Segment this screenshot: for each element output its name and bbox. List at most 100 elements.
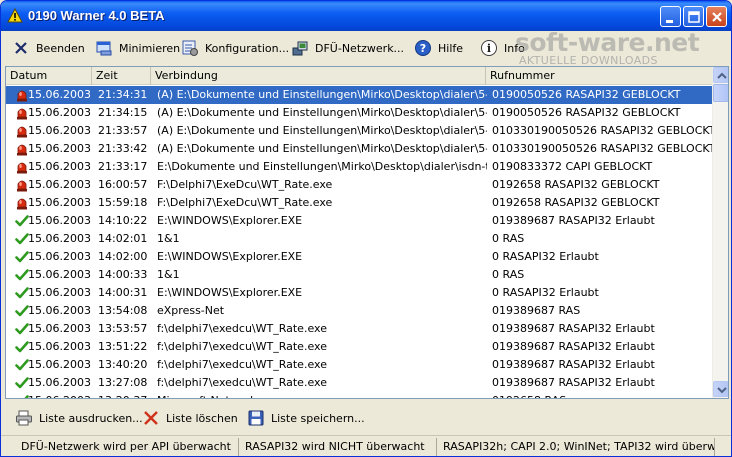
table-row[interactable]: 15.06.2003 21:33:42 (A) E:\Dokumente und E… (6, 140, 712, 158)
close-icon (712, 12, 722, 22)
table-row[interactable]: 15.06.2003 13:51:22 f:\delphi7\exedcu\WT_R… (6, 338, 712, 356)
table-row[interactable]: 15.06.2003 21:33:57 (A) E:\Dokumente und E… (6, 122, 712, 140)
allowed-check-icon (15, 377, 29, 389)
scroll-thumb[interactable] (713, 84, 728, 102)
table-row[interactable]: 15.06.2003 15:59:18 F:\Delphi7\ExeDcu\WT_R… (6, 194, 712, 212)
allowed-check-icon (15, 269, 29, 281)
minimize-app-button[interactable]: Minimieren (95, 35, 180, 61)
date-cell: 15.06.2003 (10, 266, 92, 284)
minimize-window-icon (96, 41, 112, 56)
config-icon (182, 40, 198, 56)
number-cell: 0190050526 RASAPI32 GEBLOCKT (492, 106, 681, 119)
connection-cell: F:\Delphi7\ExeDcu\WT_Rate.exe (157, 196, 333, 209)
vertical-scrollbar[interactable] (712, 67, 728, 398)
warning-app-icon (7, 8, 23, 23)
floppy-disk-icon (248, 410, 264, 426)
date-cell: 15.06.2003 (10, 122, 92, 140)
connection-cell: 1&1 (157, 232, 180, 245)
table-row[interactable]: 15.06.2003 14:02:00 E:\WINDOWS\Explorer.EX… (6, 248, 712, 266)
exit-button[interactable]: Beenden (12, 35, 85, 61)
dialup-network-label: DFÜ-Netzwerk... (315, 41, 405, 55)
time-cell: 21:33:42 (98, 142, 148, 155)
column-header-number[interactable]: Rufnummer (486, 67, 712, 85)
table-row[interactable]: 15.06.2003 21:34:15 (A) E:\Dokumente und E… (6, 104, 712, 122)
table-row[interactable]: 15.06.2003 21:34:31 (A) E:\Dokumente und E… (6, 86, 712, 104)
minimize-button[interactable] (660, 6, 681, 27)
time-cell: 14:02:01 (98, 232, 148, 245)
table-row[interactable]: 15.06.2003 21:33:17 E:\Dokumente und Einst… (6, 158, 712, 176)
number-cell: 0 RASAPI32 Erlaubt (492, 286, 599, 299)
toolbar: Beenden Minimieren Konfiguration... DFÜ-… (4, 35, 730, 61)
time-cell: 14:10:22 (98, 214, 148, 227)
connection-list[interactable]: Datum Zeit Verbindung Rufnummer 15.06.20… (5, 66, 729, 399)
scroll-up-button[interactable] (713, 67, 728, 83)
number-cell: 019389687 RASAPI32 Erlaubt (492, 376, 655, 389)
date-cell: 15.06.2003 (10, 212, 92, 230)
number-cell: 0190833372 CAPI GEBLOCKT (492, 160, 653, 173)
maximize-icon (688, 11, 700, 23)
time-cell: 14:02:00 (98, 250, 148, 263)
save-list-button[interactable]: Liste speichern... (247, 406, 365, 430)
connection-cell: E:\WINDOWS\Explorer.EXE (157, 286, 303, 299)
save-list-label: Liste speichern... (271, 411, 365, 425)
time-cell: 13:40:20 (98, 358, 148, 371)
svg-text:i: i (487, 42, 491, 55)
date-cell: 15.06.2003 (10, 86, 92, 104)
table-row[interactable]: 15.06.2003 13:54:08 eXpress-Net 019389687 R… (6, 302, 712, 320)
table-row[interactable]: 15.06.2003 16:00:57 F:\Delphi7\ExeDcu\WT_R… (6, 176, 712, 194)
number-cell: 0192658 RAS (490, 392, 712, 398)
allowed-check-icon (15, 341, 29, 353)
svg-text:?: ? (420, 42, 426, 55)
status-panel-dialup: DFÜ-Netzwerk wird per API überwacht (17, 438, 239, 456)
connection-cell: E:\WINDOWS\Explorer.EXE (157, 250, 303, 263)
clear-list-button[interactable]: Liste löschen (142, 406, 238, 430)
dialup-network-button[interactable]: DFÜ-Netzwerk... (291, 35, 404, 61)
help-button[interactable]: ? Hilfe (414, 35, 463, 61)
scroll-down-button[interactable] (713, 381, 728, 397)
table-row[interactable]: 15.06.2003 13:40:20 f:\delphi7\exedcu\WT_R… (6, 356, 712, 374)
blocked-alarm-icon (17, 198, 27, 210)
arrow-down-icon (717, 387, 727, 394)
printer-icon (16, 410, 32, 426)
number-cell: 019389687 RASAPI32 Erlaubt (492, 340, 655, 353)
number-cell: 019389687 RASAPI32 Erlaubt (492, 322, 655, 335)
print-list-button[interactable]: Liste ausdrucken... (15, 406, 143, 430)
number-cell: 0 RAS (492, 268, 525, 281)
time-cell: 13:53:57 (98, 322, 148, 335)
close-button[interactable] (706, 6, 727, 27)
dialup-network-icon (292, 41, 308, 56)
allowed-check-icon (15, 287, 29, 299)
time-cell: 15:59:18 (98, 196, 148, 209)
info-button[interactable]: i Info (480, 35, 525, 61)
date-cell: 15.06.2003 (10, 176, 92, 194)
date-cell: 15.06.2003 (10, 338, 92, 356)
title-bar[interactable]: 0190 Warner 4.0 BETA (1, 1, 731, 31)
table-row[interactable]: 15.06.2003 13:53:57 f:\delphi7\exedcu\WT_R… (6, 320, 712, 338)
connection-cell: Microsoft Network (155, 392, 487, 398)
date-cell: 15.06.2003 (10, 230, 92, 248)
table-row[interactable]: 15.06.2003 13:20:37Microsoft Network01926… (6, 392, 712, 398)
number-cell: 019389687 RASAPI32 Erlaubt (492, 214, 655, 227)
print-list-label: Liste ausdrucken... (39, 411, 143, 425)
maximize-button[interactable] (683, 6, 704, 27)
blocked-alarm-icon (17, 108, 27, 120)
allowed-check-icon (15, 215, 29, 227)
table-row[interactable]: 15.06.2003 14:00:33 1&1 0 RAS (6, 266, 712, 284)
time-cell: 14:00:31 (98, 286, 148, 299)
configuration-label: Konfiguration... (205, 41, 290, 55)
table-row[interactable]: 15.06.2003 14:10:22 E:\WINDOWS\Explorer.EX… (6, 212, 712, 230)
connection-cell: (A) E:\Dokumente und Einstellungen\Mirko… (157, 142, 487, 155)
configuration-button[interactable]: Konfiguration... (181, 35, 289, 61)
column-header-connection[interactable]: Verbindung (151, 67, 486, 85)
table-row[interactable]: 15.06.2003 14:00:31 E:\WINDOWS\Explorer.EX… (6, 284, 712, 302)
column-header-time[interactable]: Zeit (92, 67, 151, 85)
table-row[interactable]: 15.06.2003 14:02:01 1&1 0 RAS (6, 230, 712, 248)
number-cell: 0 RAS (492, 232, 525, 245)
delete-x-icon (144, 411, 158, 425)
allowed-check-icon (15, 359, 29, 371)
connection-cell: f:\delphi7\exedcu\WT_Rate.exe (157, 340, 327, 353)
date-cell: 15.06.2003 (10, 104, 92, 122)
table-row[interactable]: 15.06.2003 13:27:08 f:\delphi7\exedcu\WT_R… (6, 374, 712, 392)
number-cell: 019389687 RAS (492, 304, 581, 317)
column-header-date[interactable]: Datum (6, 67, 92, 85)
